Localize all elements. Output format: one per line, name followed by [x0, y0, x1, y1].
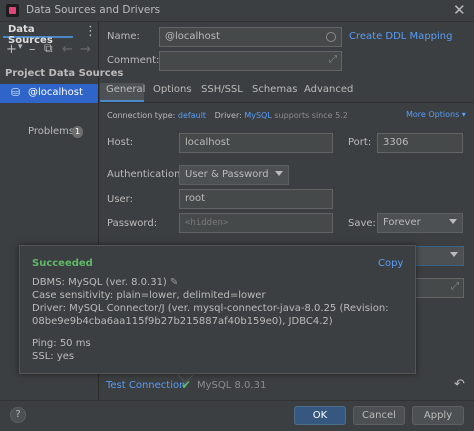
color-picker-icon[interactable] [326, 32, 336, 42]
popup-line-driver: Driver: MySQL Connector/J (ver. mysql-co… [32, 303, 389, 314]
connection-result-popup: Succeeded Copy DBMS: MySQL (ver. 8.0.31)… [19, 245, 416, 374]
user-label: User: [107, 194, 133, 205]
tab-general[interactable]: General [100, 83, 145, 102]
name-value: @localhost [165, 31, 220, 42]
remove-icon[interactable]: – [29, 42, 36, 57]
back-icon[interactable]: ← [62, 42, 73, 57]
expand-icon[interactable]: ⤢ [451, 281, 459, 293]
authentication-label: Authentication: [107, 169, 184, 180]
connection-type-value[interactable]: default [178, 111, 206, 120]
window-title: Data Sources and Drivers [26, 4, 161, 16]
popup-line-case: Case sensitivity: plain=lower, delimited… [32, 290, 266, 301]
comment-input[interactable]: ⤢ [159, 51, 342, 71]
add-icon[interactable]: + [6, 42, 17, 57]
ok-button[interactable]: OK [294, 406, 346, 425]
save-value: Forever [383, 217, 421, 228]
chevron-down-icon [275, 171, 283, 176]
problems-count-badge: 1 [72, 126, 83, 138]
popup-line-ssl: SSL: yes [32, 351, 75, 362]
save-label: Save: [348, 218, 376, 229]
host-input[interactable]: localhost [179, 133, 333, 153]
copy-icon[interactable]: ⧉ [44, 41, 53, 56]
chevron-down-icon [450, 252, 458, 257]
database-icon: ⛁ [11, 86, 21, 99]
authentication-value: User & Password [185, 169, 269, 180]
password-label: Password: [107, 218, 158, 229]
tabs-divider [98, 102, 474, 103]
check-icon: ✔ [181, 378, 192, 392]
driver-note: supports since 5.2 [274, 111, 348, 120]
problems-label[interactable]: Problems [28, 126, 74, 137]
section-project-data-sources: Project Data Sources [5, 68, 124, 79]
create-ddl-mapping-link[interactable]: Create DDL Mapping [349, 31, 452, 42]
authentication-select[interactable]: User & Password [179, 165, 289, 185]
edit-icon[interactable]: ✎ [170, 277, 178, 288]
port-label: Port: [348, 137, 372, 148]
app-icon [6, 4, 19, 17]
connection-type-row: Connection type: default Driver: MySQL s… [107, 111, 348, 120]
tab-advanced[interactable]: Advanced [304, 83, 353, 102]
test-connection-link[interactable]: Test Connection [106, 380, 185, 391]
apply-button[interactable]: Apply [412, 406, 464, 425]
more-options-link[interactable]: More Options ▾ [406, 110, 466, 119]
status-succeeded: Succeeded [32, 258, 93, 269]
cancel-button[interactable]: Cancel [353, 406, 405, 425]
more-icon[interactable]: ⋮ [84, 24, 97, 39]
copy-link[interactable]: Copy [378, 258, 403, 269]
comment-label: Comment: [107, 55, 160, 66]
bottom-divider [0, 400, 474, 401]
tab-options[interactable]: Options [153, 83, 192, 102]
popup-line-ping: Ping: 50 ms [32, 338, 91, 349]
connection-type-label: Connection type: [107, 111, 176, 120]
tab-ssh-ssl[interactable]: SSH/SSL [201, 83, 243, 102]
chevron-down-icon [449, 219, 457, 224]
save-select[interactable]: Forever [377, 213, 463, 233]
name-label: Name: [107, 31, 140, 42]
sidebar-item-label: @localhost [28, 87, 83, 98]
test-result: MySQL 8.0.31 [197, 380, 267, 391]
user-input[interactable]: root [179, 189, 333, 209]
chevron-down-icon: ▾ [459, 110, 466, 119]
forward-icon[interactable]: → [80, 42, 91, 57]
password-input[interactable]: <hidden> [179, 213, 333, 233]
driver-label: Driver: [214, 111, 242, 120]
host-label: Host: [107, 137, 134, 148]
sidebar-item-localhost[interactable]: ⛁ @localhost [0, 84, 98, 103]
popup-line-dbms: DBMS: MySQL (ver. 8.0.31) ✎ [32, 277, 179, 288]
popup-line-revision: 08be9e9b4cba6aa115f9b27b215887af40b159e0… [32, 316, 333, 327]
chevron-down-icon[interactable]: ▾ [18, 42, 23, 52]
tab-data-sources[interactable]: Data Sources [3, 22, 73, 46]
driver-link[interactable]: MySQL [244, 111, 271, 120]
help-button[interactable]: ? [10, 407, 26, 423]
expand-icon[interactable]: ⤢ [329, 54, 337, 66]
tab-schemas[interactable]: Schemas [252, 83, 297, 102]
reset-icon[interactable]: ↶ [454, 377, 465, 392]
name-input[interactable]: @localhost [159, 27, 342, 47]
port-input[interactable]: 3306 [377, 133, 463, 153]
close-icon[interactable]: ✕ [453, 1, 466, 19]
